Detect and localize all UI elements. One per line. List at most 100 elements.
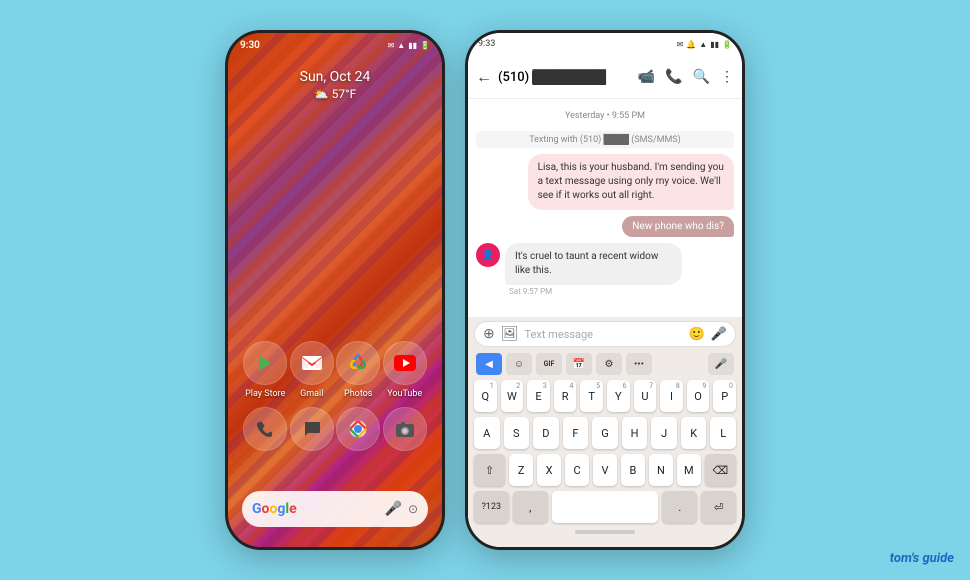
bottom-indicator	[472, 523, 738, 541]
sender-avatar: 👤	[476, 243, 500, 267]
key-o[interactable]: O9	[687, 380, 710, 412]
app-row-1: Play Store Gmail	[242, 341, 428, 399]
chrome-icon[interactable]	[336, 407, 380, 451]
key-l[interactable]: L	[710, 417, 736, 449]
app-dock: Play Store Gmail	[228, 341, 442, 457]
photos-icon[interactable]	[336, 341, 380, 385]
mic-kbd-btn[interactable]: 🎤	[708, 353, 734, 375]
keyboard-row-4: ?123 , . ⏎	[474, 491, 736, 523]
key-i[interactable]: I8	[660, 380, 683, 412]
key-p[interactable]: P0	[713, 380, 736, 412]
home-indicator	[575, 530, 635, 534]
enter-key[interactable]: ⏎	[701, 491, 736, 523]
play-store-label: Play Store	[245, 389, 285, 399]
app-photos[interactable]: Photos	[336, 341, 380, 399]
gif-btn[interactable]: GIF	[536, 353, 562, 375]
header-action-icons: 📹 📞 🔍 ⋮	[638, 69, 734, 85]
keyboard-row-2: A S D F G H J K L	[474, 417, 736, 449]
mic-icon[interactable]: 🎤	[385, 501, 402, 517]
add-icon[interactable]: ⊕	[483, 326, 495, 342]
date-widget: Sun, Oct 24 ⛅ 57°F	[228, 69, 442, 101]
sticker-btn[interactable]: ☺	[506, 353, 532, 375]
time-right: 9:33	[478, 39, 495, 49]
image-icon[interactable]: 🖼	[501, 326, 519, 342]
period-key[interactable]: .	[662, 491, 697, 523]
key-w[interactable]: W2	[501, 380, 524, 412]
app-youtube[interactable]: YouTube	[383, 341, 427, 399]
key-z[interactable]: Z	[509, 454, 533, 486]
key-n[interactable]: N	[649, 454, 673, 486]
key-y[interactable]: Y6	[607, 380, 630, 412]
battery-icon-right: 🔋	[722, 40, 732, 49]
more-btn[interactable]: •••	[626, 353, 652, 375]
key-k[interactable]: K	[681, 417, 707, 449]
messages-icon[interactable]	[290, 407, 334, 451]
shift-key[interactable]: ⇧	[474, 454, 505, 486]
video-call-icon[interactable]: 📹	[638, 69, 655, 85]
key-t[interactable]: T5	[580, 380, 603, 412]
app-play-store[interactable]: Play Store	[243, 341, 287, 399]
lens-icon[interactable]: ⊙	[408, 502, 418, 516]
camera-icon[interactable]	[383, 407, 427, 451]
app-camera[interactable]	[383, 407, 427, 451]
received-bubble-1: 👤 It's cruel to taunt a recent widow lik…	[476, 243, 682, 296]
key-g[interactable]: G	[592, 417, 618, 449]
app-phone[interactable]	[243, 407, 287, 451]
contact-name: (510) ████████	[498, 69, 632, 85]
time-left: 9:30	[240, 40, 260, 51]
key-a[interactable]: A	[474, 417, 500, 449]
keyboard-keys: Q1 W2 E3 R4 T5 Y6 U7 I8 O9 P0 A S	[472, 380, 738, 523]
status-bar-right: 9:33 ✉ 🔔 ▲ ▮▮ 🔋	[468, 33, 742, 55]
key-j[interactable]: J	[651, 417, 677, 449]
key-q[interactable]: Q1	[474, 380, 497, 412]
msg-icon: ✉	[388, 41, 395, 50]
play-store-icon[interactable]	[243, 341, 287, 385]
msg-icon-right: ✉	[677, 40, 684, 49]
emoji-icon[interactable]: 🙂	[689, 327, 705, 342]
search-icon[interactable]: 🔍	[693, 69, 710, 85]
voice-icon[interactable]: 🎤	[711, 327, 727, 342]
space-key[interactable]	[552, 491, 659, 523]
key-d[interactable]: D	[533, 417, 559, 449]
key-e[interactable]: E3	[527, 380, 550, 412]
app-row-2	[242, 407, 428, 451]
key-b[interactable]: B	[621, 454, 645, 486]
key-u[interactable]: U7	[634, 380, 657, 412]
key-s[interactable]: S	[504, 417, 530, 449]
gmail-label: Gmail	[300, 389, 323, 399]
back-button[interactable]: ←	[476, 67, 492, 87]
key-h[interactable]: H	[622, 417, 648, 449]
sent-message-1: Lisa, this is your husband. I'm sending …	[528, 154, 734, 210]
message-header: ← (510) ████████ 📹 📞 🔍 ⋮	[468, 55, 742, 99]
comma-key[interactable]: ,	[513, 491, 548, 523]
app-chrome[interactable]	[336, 407, 380, 451]
numbers-key[interactable]: ?123	[474, 491, 509, 523]
calendar-btn[interactable]: 📅	[566, 353, 592, 375]
more-options-icon[interactable]: ⋮	[720, 69, 734, 85]
search-bar[interactable]: Google 🎤 ⊙	[242, 491, 428, 527]
key-v[interactable]: V	[593, 454, 617, 486]
settings-btn[interactable]: ⚙	[596, 353, 622, 375]
youtube-label: YouTube	[387, 389, 422, 399]
key-r[interactable]: R4	[554, 380, 577, 412]
app-messages[interactable]	[290, 407, 334, 451]
phone-call-icon[interactable]: 📞	[665, 69, 682, 85]
keyboard-toolbar: ◀ ☺ GIF 📅 ⚙ ••• 🎤	[472, 351, 738, 377]
youtube-icon[interactable]	[383, 341, 427, 385]
left-phone: 9:30 ✉ ▲ ▮▮ 🔋 Sun, Oct 24 ⛅ 57°F	[225, 30, 445, 550]
gmail-icon[interactable]	[290, 341, 334, 385]
key-c[interactable]: C	[565, 454, 589, 486]
watermark: tom's guide	[890, 551, 954, 566]
key-m[interactable]: M	[677, 454, 701, 486]
message-input-row[interactable]: ⊕ 🖼 Text message 🙂 🎤	[474, 321, 736, 347]
app-gmail[interactable]: Gmail	[290, 341, 334, 399]
text-input[interactable]: Text message	[525, 328, 683, 341]
back-key-btn[interactable]: ◀	[476, 353, 502, 375]
photos-label: Photos	[344, 389, 372, 399]
keyboard-row-3: ⇧ Z X C V B N M ⌫	[474, 454, 736, 486]
google-logo: Google	[252, 501, 297, 517]
phone-icon[interactable]	[243, 407, 287, 451]
delete-key[interactable]: ⌫	[705, 454, 736, 486]
key-x[interactable]: X	[537, 454, 561, 486]
key-f[interactable]: F	[563, 417, 589, 449]
